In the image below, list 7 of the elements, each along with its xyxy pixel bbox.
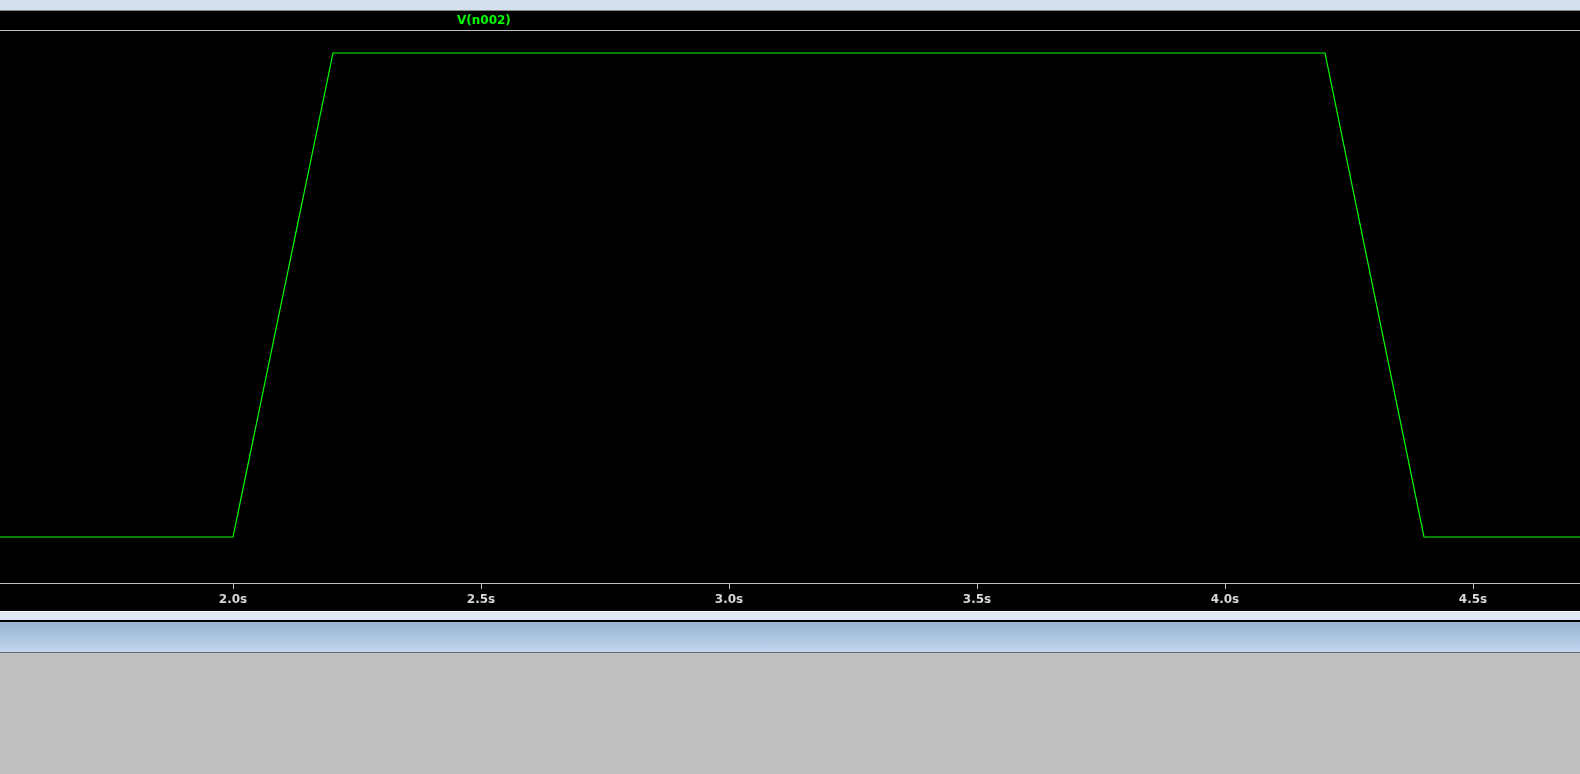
x-tick-label: 2.0s (218, 592, 248, 606)
x-tick-label: 4.0s (1210, 592, 1240, 606)
x-tick-label: 4.5s (1458, 592, 1488, 606)
x-tick-label: 3.0s (714, 592, 744, 606)
trace-label[interactable]: V(n002) (457, 13, 511, 27)
x-tick-label: 3.5s (962, 592, 992, 606)
x-tick-label: 2.5s (466, 592, 496, 606)
